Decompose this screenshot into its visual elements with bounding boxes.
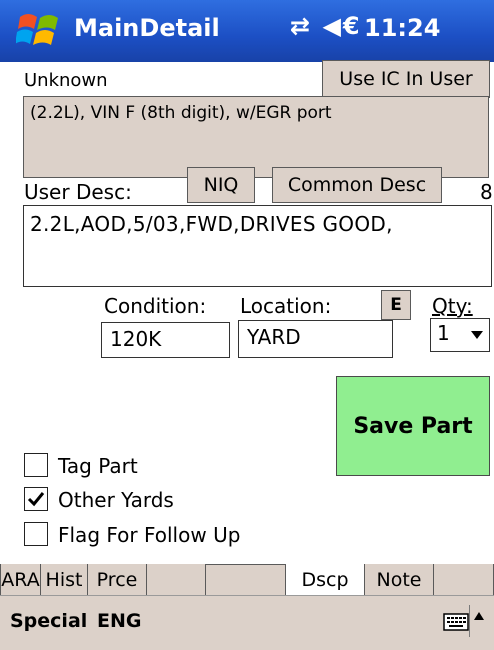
common-desc-button[interactable]: Common Desc bbox=[272, 167, 442, 203]
interchange-label: Unknown bbox=[24, 70, 108, 91]
save-part-button[interactable]: Save Part bbox=[336, 376, 490, 476]
chevron-down-icon[interactable] bbox=[471, 331, 483, 339]
location-label: Location: bbox=[240, 294, 332, 318]
tag-part-checkbox[interactable] bbox=[24, 453, 48, 477]
location-edit-button[interactable]: E bbox=[381, 290, 411, 320]
keyboard-icon[interactable] bbox=[443, 612, 469, 632]
char-counter: 8 bbox=[480, 180, 493, 204]
condition-label: Condition: bbox=[104, 294, 207, 318]
menu-eng[interactable]: ENG bbox=[97, 610, 141, 632]
menu-special[interactable]: Special bbox=[10, 610, 87, 632]
user-desc-field[interactable]: 2.2L,AOD,5/03,FWD,DRIVES GOOD, bbox=[23, 205, 492, 287]
location-field[interactable]: YARD bbox=[238, 320, 393, 358]
condition-field[interactable]: 120K bbox=[101, 322, 230, 358]
tab-blank-2[interactable] bbox=[433, 564, 494, 595]
tab-blank[interactable] bbox=[146, 564, 206, 595]
window-title: MainDetail bbox=[74, 14, 220, 42]
tab-dscp[interactable]: Dscp bbox=[285, 564, 365, 595]
windows-logo-icon[interactable] bbox=[16, 9, 62, 53]
flag-follow-up-label: Flag For Follow Up bbox=[58, 523, 241, 547]
flag-follow-up-checkbox[interactable] bbox=[24, 522, 48, 546]
other-yards-label: Other Yards bbox=[58, 488, 174, 512]
interchange-description: (2.2L), VIN F (8th digit), w/EGR port bbox=[23, 96, 489, 178]
tab-hist[interactable]: Hist bbox=[40, 564, 88, 595]
use-ic-in-user-button[interactable]: Use IC In User bbox=[322, 60, 490, 98]
qty-label: Qty: bbox=[432, 294, 473, 318]
connectivity-icon[interactable]: ⇄ ◀€ bbox=[290, 12, 362, 40]
other-yards-checkbox[interactable] bbox=[24, 487, 48, 511]
qty-value: 1 bbox=[437, 321, 450, 345]
tab-prce[interactable]: Prce bbox=[87, 564, 147, 595]
clock[interactable]: 11:24 bbox=[364, 14, 440, 42]
checkmark-icon bbox=[27, 492, 45, 507]
up-arrow-icon[interactable] bbox=[474, 612, 484, 620]
niq-button[interactable]: NIQ bbox=[187, 167, 255, 203]
menu-separator bbox=[469, 605, 470, 637]
tab-ara[interactable]: ARA bbox=[0, 564, 41, 595]
qty-select[interactable]: 1 bbox=[430, 318, 490, 352]
tag-part-label: Tag Part bbox=[58, 454, 138, 478]
tab-note[interactable]: Note bbox=[364, 564, 434, 595]
user-desc-label: User Desc: bbox=[24, 180, 132, 204]
